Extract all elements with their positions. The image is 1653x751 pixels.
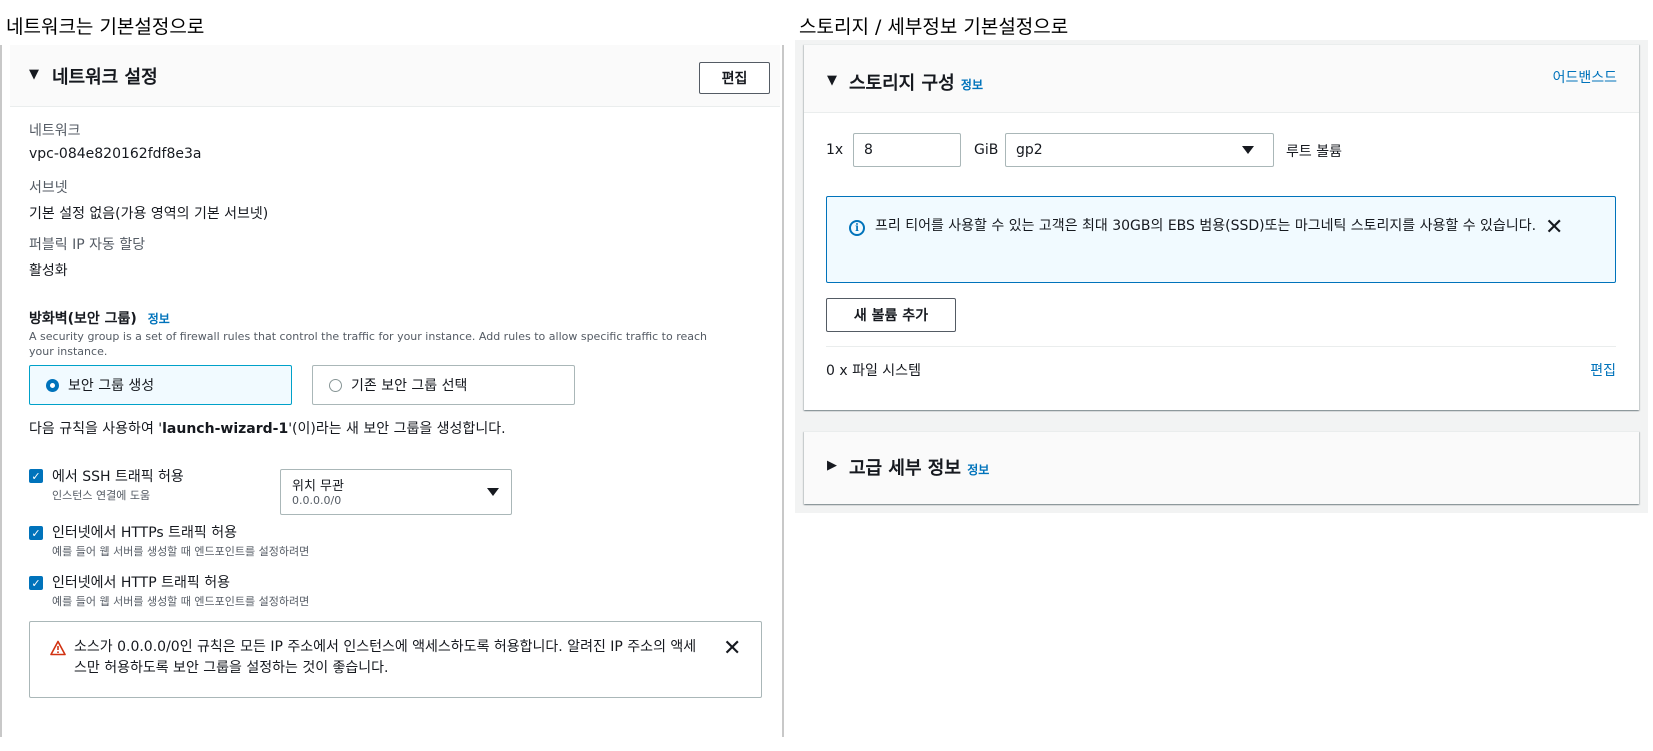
warning-text: 소스가 0.0.0.0/0인 규칙은 모든 IP 주소에서 인스턴스에 액세스하… (74, 639, 697, 676)
storage-info-link[interactable]: 정보 (961, 78, 983, 92)
radio-selected-icon[interactable] (46, 378, 59, 392)
advanced-title: 고급 세부 정보 정보 (849, 454, 989, 480)
ssh-rule-sub: 인스턴스 연결에 도움 (52, 489, 151, 502)
right-caption: 스토리지 / 세부정보 기본설정으로 (799, 16, 1069, 38)
firewall-description: A security group is a set of firewall ru… (29, 330, 708, 358)
storage-title: 스토리지 구성 정보 (849, 69, 983, 95)
triangle-expanded-icon[interactable]: ▼ (29, 67, 39, 82)
radio-create-label: 보안 그룹 생성 (68, 378, 155, 394)
left-caption: 네트워크는 기본설정으로 (6, 16, 205, 38)
https-checkbox[interactable]: ✓ (29, 526, 43, 540)
volume-count: 1x (826, 142, 844, 158)
security-group-name: launch-wizard-1 (162, 421, 289, 437)
security-group-rule-text: 다음 규칙을 사용하여 'launch-wizard-1'(이)라는 새 보안 … (29, 418, 506, 438)
add-volume-button[interactable]: 새 볼륨 추가 (826, 298, 956, 332)
radio-create-security-group[interactable]: 보안 그룹 생성 (29, 365, 292, 405)
http-rule-label: 인터넷에서 HTTP 트래픽 허용 (52, 575, 230, 591)
https-rule-sub: 예를 들어 웹 서버를 생성할 때 엔드포인트를 설정하려면 (52, 545, 310, 558)
triangle-expanded-icon[interactable]: ▼ (827, 73, 837, 88)
network-settings-title: 네트워크 설정 (52, 67, 158, 88)
radio-existing-label: 기존 보안 그룹 선택 (351, 378, 468, 394)
ssh-source-value: 위치 무관 (292, 479, 344, 494)
caret-down-icon (1242, 146, 1254, 154)
network-settings-panel: ▼ 네트워크 설정 편집 네트워크 vpc-084e820162fdf8e3a … (0, 45, 784, 737)
https-rule-label: 인터넷에서 HTTPs 트래픽 허용 (52, 525, 238, 541)
subnet-value: 기본 설정 없음(가용 영역의 기본 서브넷) (29, 206, 269, 222)
radio-existing-security-group[interactable]: 기존 보안 그룹 선택 (312, 365, 575, 405)
rule-prefix: 다음 규칙을 사용하여 ' (29, 421, 163, 437)
ssh-checkbox[interactable]: ✓ (29, 469, 43, 483)
volume-type-value: gp2 (1016, 142, 1043, 158)
filesystem-edit-link[interactable]: 편집 (1590, 360, 1616, 380)
filesystem-row: 0 x 파일 시스템 편집 (826, 346, 1616, 391)
storage-title-text: 스토리지 구성 (849, 73, 955, 94)
radio-unselected-icon[interactable] (329, 378, 342, 392)
advanced-info-link[interactable]: 정보 (967, 463, 989, 477)
volume-type-select[interactable]: gp2 (1005, 133, 1274, 167)
volume-size-input[interactable] (853, 133, 961, 167)
public-ip-value: 활성화 (29, 263, 68, 279)
network-value: vpc-084e820162fdf8e3a (29, 146, 202, 162)
firewall-title-text: 방화벽(보안 그룹) (29, 311, 137, 327)
advanced-title-text: 고급 세부 정보 (849, 458, 961, 479)
network-edit-button[interactable]: 편집 (699, 62, 770, 94)
advanced-details-card[interactable]: ▶ 고급 세부 정보 정보 (804, 431, 1639, 504)
storage-config-card: ▼ 스토리지 구성 정보 어드밴스드 1x GiB gp2 루트 볼륨 i 프리… (804, 44, 1639, 410)
http-rule-sub: 예를 들어 웹 서버를 생성할 때 엔드포인트를 설정하려면 (52, 595, 310, 608)
public-ip-label: 퍼블릭 IP 자동 할당 (29, 237, 146, 253)
warning-triangle-icon (50, 640, 66, 656)
triangle-collapsed-icon[interactable]: ▶ (827, 458, 837, 473)
free-tier-info-text: 프리 티어를 사용할 수 있는 고객은 최대 30GB의 EBS 범용(SSD)… (875, 218, 1537, 234)
open-ip-warning: 소스가 0.0.0.0/0인 규칙은 모든 IP 주소에서 인스턴스에 액세스하… (29, 621, 762, 698)
firewall-title: 방화벽(보안 그룹) 정보 (29, 308, 170, 328)
root-volume-row: 1x GiB gp2 루트 볼륨 (826, 133, 1626, 169)
close-icon[interactable]: ✕ (723, 638, 741, 660)
root-volume-label: 루트 볼륨 (1286, 144, 1342, 160)
storage-config-header[interactable]: ▼ 스토리지 구성 정보 어드밴스드 (804, 45, 1639, 113)
subnet-label: 서브넷 (29, 180, 68, 196)
ssh-source-cidr: 0.0.0.0/0 (292, 494, 342, 507)
caret-down-icon (487, 488, 499, 496)
firewall-info-link[interactable]: 정보 (148, 312, 170, 326)
ssh-source-select[interactable]: 위치 무관 0.0.0.0/0 (280, 469, 512, 515)
http-checkbox[interactable]: ✓ (29, 576, 43, 590)
close-icon[interactable]: ✕ (1545, 217, 1563, 239)
network-label: 네트워크 (29, 123, 81, 139)
network-settings-header[interactable]: ▼ 네트워크 설정 편집 (10, 45, 780, 107)
advanced-link[interactable]: 어드밴스드 (1553, 67, 1617, 87)
ssh-rule-label: 에서 SSH 트래픽 허용 (52, 469, 184, 485)
filesystem-count: 0 x 파일 시스템 (826, 363, 921, 379)
free-tier-info: i 프리 티어를 사용할 수 있는 고객은 최대 30GB의 EBS 범용(SS… (826, 196, 1616, 283)
volume-unit: GiB (974, 142, 999, 158)
rule-suffix: '(이)라는 새 보안 그룹을 생성합니다. (288, 421, 506, 437)
info-circle-icon: i (849, 220, 865, 236)
